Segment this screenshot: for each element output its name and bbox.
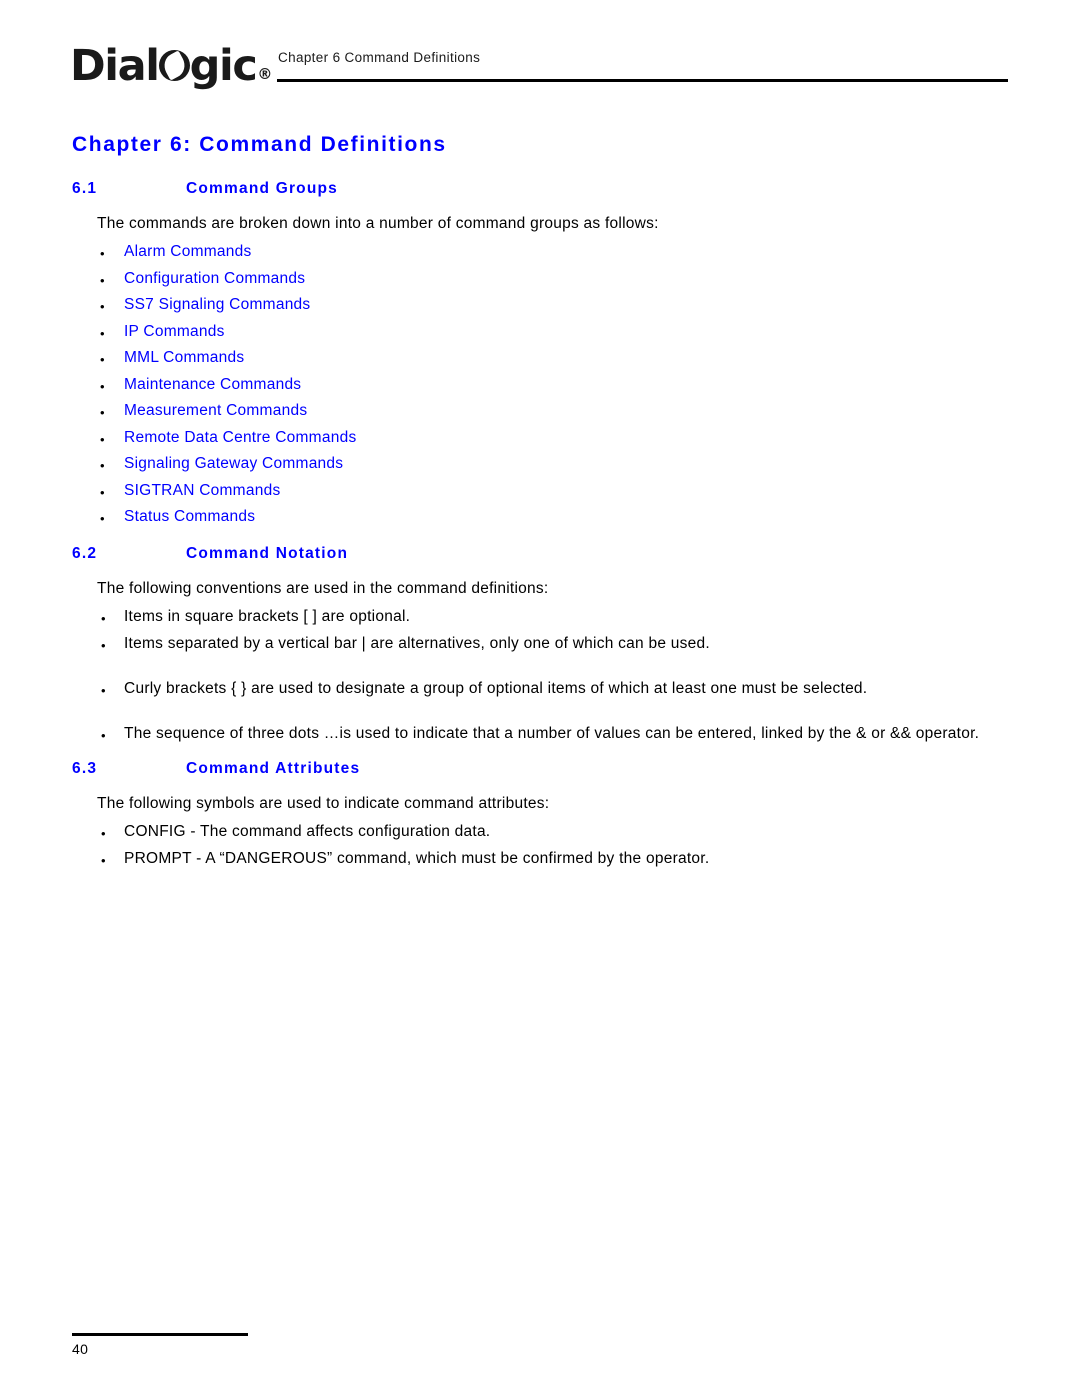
command-group-link[interactable]: Measurement Commands [124,401,307,421]
bullet-icon: • [100,352,105,367]
section-6-2: 6.2 Command Notation The following convent… [0,545,1080,742]
page-title: Chapter 6: Command Definitions [72,133,447,156]
section-intro-text: The following symbols are used to indica… [97,795,550,812]
command-group-link[interactable]: IP Commands [124,322,225,342]
bullet-icon: • [101,852,106,868]
header-chapter-label: Chapter 6 Command Definitions [278,50,481,65]
list-item-text: Items in square brackets [ ] are optiona… [124,608,411,625]
section-6-1: 6.1 Command Groups The commands are broken… [0,180,1080,525]
logo-text-right: gic [189,41,258,91]
command-group-link[interactable]: MML Commands [124,348,244,368]
section-title: Command Notation [186,545,349,562]
section-intro-text: The commands are broken down into a numb… [97,215,659,232]
section-number: 6.1 [72,180,98,197]
section-heading: 6.3 Command Attributes [0,760,1080,786]
bullet-icon: • [100,484,105,500]
bullet-icon: • [100,431,105,447]
command-group-link[interactable]: Configuration Commands [124,269,305,289]
bullet-icon: • [100,458,105,473]
list-item-text: PROMPT - A “DANGEROUS” command, which mu… [124,849,710,867]
dialogic-o-leaf-icon [158,50,190,81]
list-item-text: CONFIG - The command affects configurati… [124,823,491,840]
bullet-icon: • [100,378,105,394]
section-6-3: 6.3 Command Attributes The following symbo… [0,760,1080,867]
bullet-icon: • [100,325,105,341]
command-group-link[interactable]: Status Commands [124,507,255,527]
section-heading: 6.2 Command Notation [0,545,1080,571]
section-title: Command Groups [186,180,339,197]
section-number: 6.2 [72,545,98,562]
section-intro-text: The following conventions are used in th… [97,580,549,597]
list-item-text: Curly brackets { } are used to designate… [124,679,868,697]
footer-divider [72,1333,248,1336]
bullet-icon: • [100,299,105,314]
logo-text: Dial gic ® [70,41,272,91]
header-divider [277,79,1008,82]
page-header: Dial gic ® Chapter 6 Command Definitions [0,0,1080,100]
section-heading: 6.1 Command Groups [0,180,1080,206]
page-number: 40 [72,1341,89,1357]
command-group-link[interactable]: Maintenance Commands [124,375,301,395]
command-group-link[interactable]: Remote Data Centre Commands [124,428,356,448]
logo-text-left: Dial [70,41,160,91]
bullet-icon: • [101,682,106,698]
list-item-text: Items separated by a vertical bar | are … [124,634,710,652]
command-group-link[interactable]: SS7 Signaling Commands [124,295,310,315]
registered-trademark-icon: ® [257,65,272,83]
command-group-link[interactable]: Signaling Gateway Commands [124,454,343,474]
bullet-icon: • [100,246,105,261]
bullet-icon: • [101,637,106,653]
bullet-icon: • [100,272,105,288]
dialogic-logo: Dial gic ® [70,40,272,91]
command-group-link[interactable]: Alarm Commands [124,242,252,262]
section-number: 6.3 [72,760,98,777]
bullet-icon: • [100,405,105,420]
bullet-icon: • [100,511,105,526]
command-group-link[interactable]: SIGTRAN Commands [124,481,280,501]
bullet-icon: • [101,611,106,626]
bullet-icon: • [101,826,106,841]
list-item-text: The sequence of three dots …is used to i… [124,724,980,742]
section-title: Command Attributes [186,760,361,777]
bullet-icon: • [101,727,106,743]
